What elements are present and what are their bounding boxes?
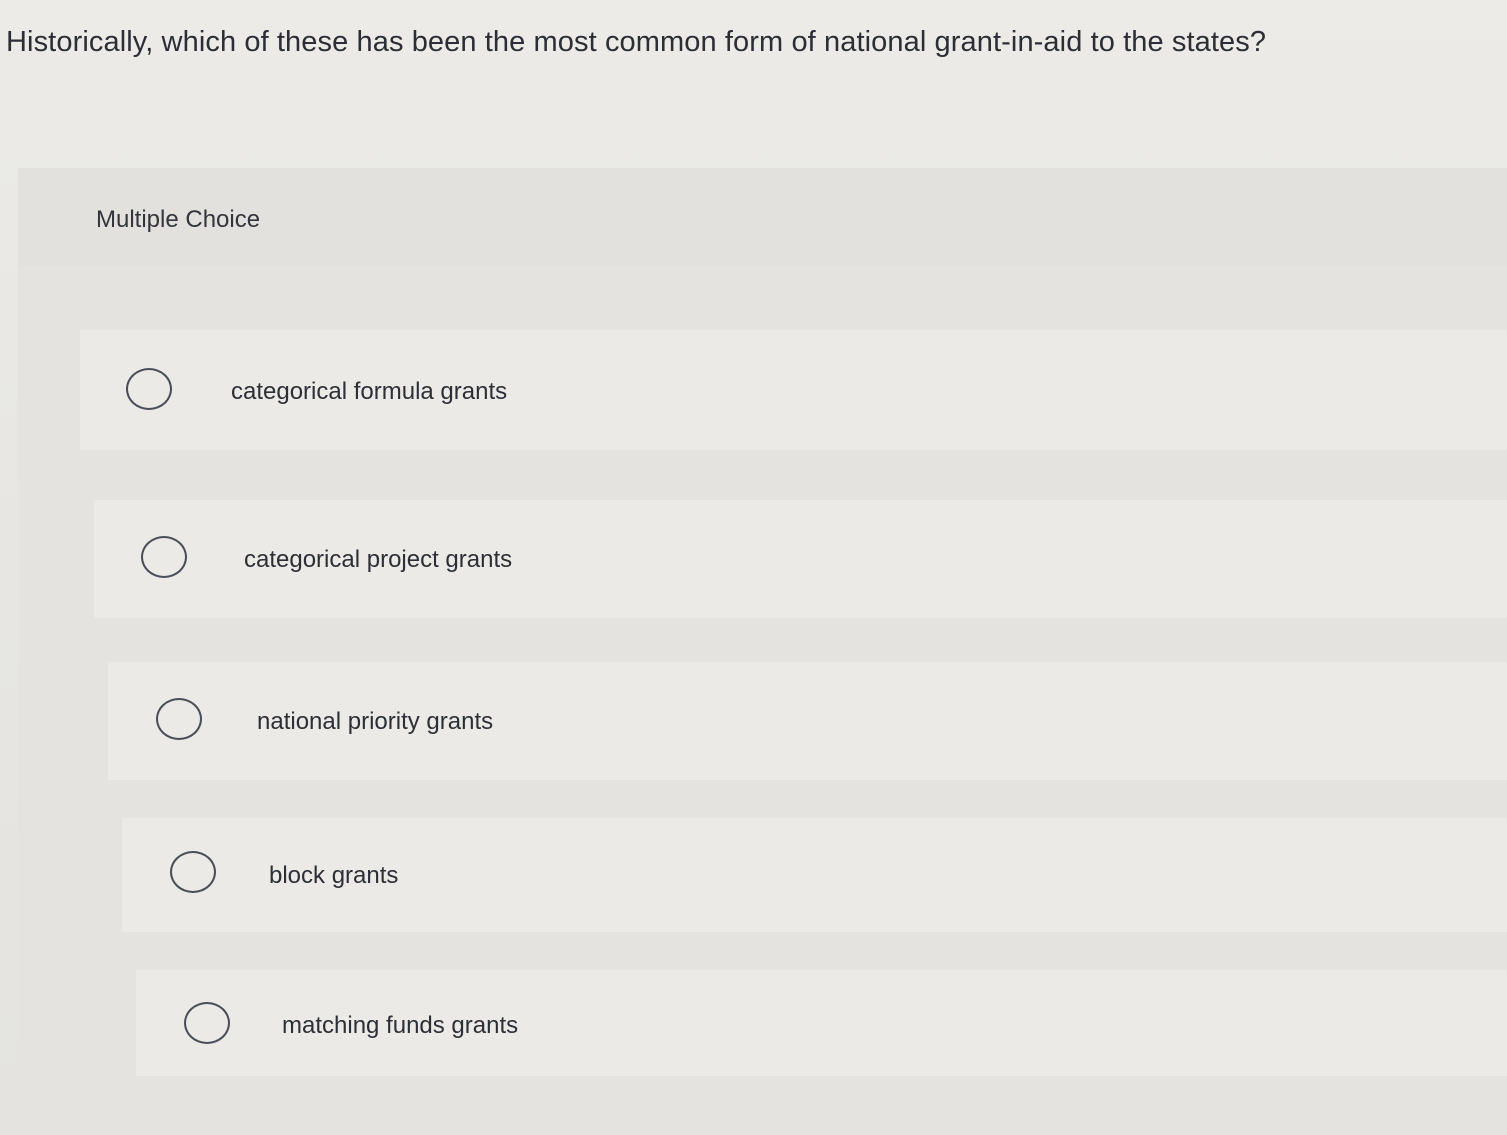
answer-option[interactable]: categorical project grants — [94, 500, 1507, 618]
answer-option-label: block grants — [269, 862, 399, 889]
answer-option-label: national priority grants — [257, 708, 494, 735]
radio-button-icon[interactable] — [126, 368, 172, 410]
answer-option-label: matching funds grants — [282, 1012, 519, 1039]
quiz-page: Historically, which of these has been th… — [0, 0, 1507, 1135]
answer-option[interactable]: categorical formula grants — [80, 330, 1507, 450]
radio-button-icon[interactable] — [141, 536, 187, 578]
answer-option[interactable]: national priority grants — [108, 662, 1507, 780]
radio-button-icon[interactable] — [170, 851, 216, 893]
answer-option-label: categorical formula grants — [231, 378, 508, 405]
radio-button-icon[interactable] — [156, 698, 202, 740]
answer-option[interactable]: block grants — [122, 818, 1507, 932]
radio-button-icon[interactable] — [184, 1002, 230, 1044]
answer-option-label: categorical project grants — [244, 546, 513, 573]
answer-option[interactable]: matching funds grants — [136, 970, 1507, 1076]
question-text: Historically, which of these has been th… — [6, 26, 1267, 58]
question-type-label: Multiple Choice — [96, 206, 261, 233]
